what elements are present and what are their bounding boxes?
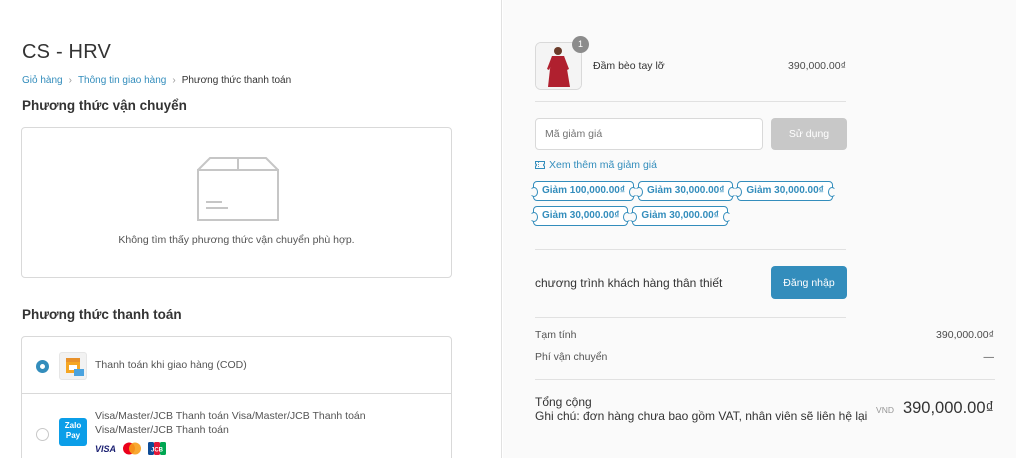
payment-method-box: Thanh toán khi giao hàng (COD) Zalo Pay …: [21, 336, 452, 458]
payment-option-zalopay[interactable]: Zalo Pay Visa/Master/JCB Thanh toán Visa…: [22, 394, 451, 458]
breadcrumb: Giỏ hàng › Thông tin giao hàng › Phương …: [22, 75, 291, 86]
cod-radio[interactable]: [36, 360, 49, 373]
divider: [535, 379, 995, 380]
subtotal-value: 390,000.00₫: [936, 329, 994, 341]
more-coupons-link[interactable]: Xem thêm mã giảm giá: [535, 159, 657, 171]
breadcrumb-current: Phương thức thanh toán: [181, 75, 292, 86]
zalopay-icon: Zalo Pay: [59, 418, 87, 446]
breadcrumb-cart-link[interactable]: Giỏ hàng: [22, 75, 63, 86]
subtotal-label: Tạm tính: [535, 329, 577, 341]
product-thumbnail: 1: [535, 36, 589, 90]
product-name: Đầm bèo tay lỡ: [593, 60, 665, 72]
zalopay-radio[interactable]: [36, 428, 49, 441]
total-value: 390,000.00₫: [902, 399, 994, 417]
shipping-fee-label: Phí vận chuyển: [535, 351, 608, 363]
cod-label: Thanh toán khi giao hàng (COD): [95, 359, 247, 371]
order-summary: 1 Đầm bèo tay lỡ 390,000.00₫ Sử dụng Xem…: [503, 0, 1016, 458]
visa-logo-icon: VISA: [95, 443, 117, 454]
loyalty-program-text: chương trình khách hàng thân thiết: [535, 276, 723, 290]
breadcrumb-separator: ›: [172, 75, 176, 86]
breadcrumb-shipping-info-link[interactable]: Thông tin giao hàng: [78, 75, 166, 86]
coupon-list: Giảm 100,000.00₫ Giảm 30,000.00₫ Giảm 30…: [529, 181, 849, 226]
currency-label: VND: [876, 405, 894, 415]
shipping-method-box: Không tìm thấy phương thức vận chuyển ph…: [21, 127, 452, 278]
divider: [535, 249, 846, 250]
coupon-tag[interactable]: Giảm 30,000.00₫: [529, 206, 632, 226]
empty-box-icon: [197, 157, 279, 221]
card-logos: VISA JCB: [95, 442, 167, 455]
coupon-tag[interactable]: Giảm 30,000.00₫: [634, 181, 737, 201]
shipping-fee-value: —: [983, 351, 995, 363]
payment-method-title: Phương thức thanh toán: [22, 307, 182, 322]
main-content: CS - HRV Giỏ hàng › Thông tin giao hàng …: [0, 0, 502, 458]
divider: [535, 101, 846, 102]
apply-discount-button[interactable]: Sử dụng: [771, 118, 847, 150]
mastercard-logo-icon: [123, 442, 142, 455]
zalopay-icon-text: Zalo: [64, 421, 82, 430]
payment-option-cod[interactable]: Thanh toán khi giao hàng (COD): [22, 337, 451, 394]
more-coupons-label: Xem thêm mã giảm giá: [549, 159, 657, 171]
svg-text:JCB: JCB: [151, 448, 164, 454]
zalopay-label: Visa/Master/JCB Thanh toán Visa/Master/J…: [95, 410, 366, 436]
zalopay-icon-text: Pay: [65, 431, 81, 440]
shipping-method-title: Phương thức vận chuyển: [22, 98, 187, 113]
product-price: 390,000.00₫: [788, 60, 846, 72]
coupon-tag[interactable]: Giảm 100,000.00₫: [530, 181, 637, 201]
coupon-tag[interactable]: Giảm 30,000.00₫: [734, 181, 837, 201]
shop-title[interactable]: CS - HRV: [22, 41, 111, 64]
discount-code-input[interactable]: [535, 118, 763, 150]
total-label: Tổng cộng: [535, 395, 592, 409]
jcb-logo-icon: JCB: [148, 442, 167, 455]
total-note: Ghi chú: đơn hàng chưa bao gồm VAT, nhân…: [535, 409, 868, 423]
coupon-tag[interactable]: Giảm 30,000.00₫: [629, 206, 732, 226]
shipping-empty-message: Không tìm thấy phương thức vận chuyển ph…: [118, 234, 355, 246]
breadcrumb-separator: ›: [68, 75, 72, 86]
coupon-icon: [535, 161, 545, 169]
divider: [535, 317, 846, 318]
login-button[interactable]: Đăng nhập: [771, 266, 847, 299]
cod-icon: [59, 352, 87, 380]
quantity-badge: 1: [572, 36, 589, 53]
